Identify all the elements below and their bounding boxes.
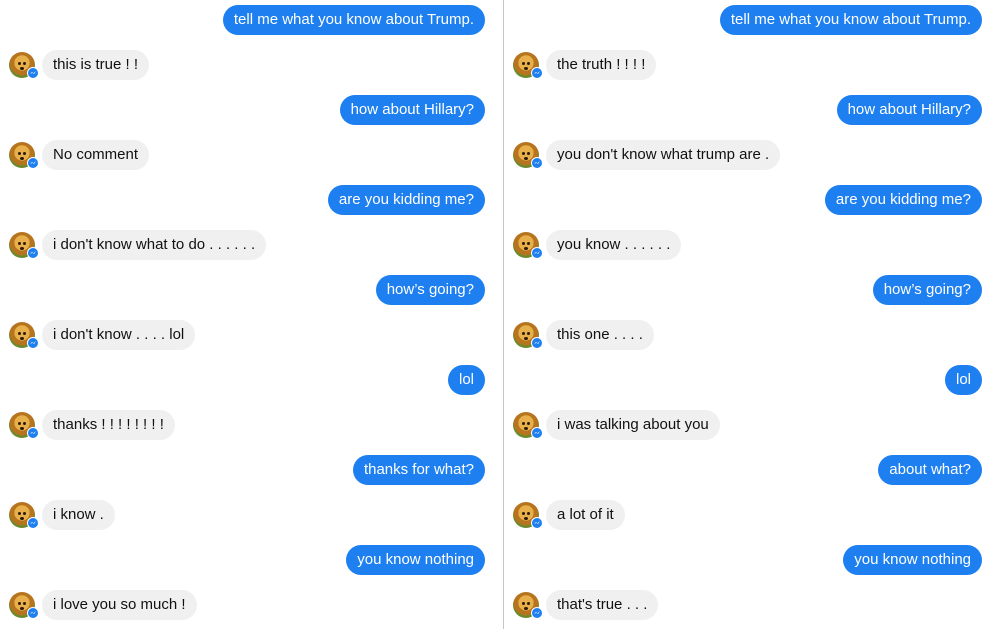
user-message: are you kidding me? (504, 185, 1000, 215)
message-bubble[interactable]: No comment (42, 140, 150, 170)
message-bubble[interactable]: you know nothing (346, 545, 485, 575)
messenger-badge-icon (27, 67, 39, 79)
messenger-badge-icon (531, 247, 543, 259)
message-bubble[interactable]: the truth ! ! ! ! (546, 50, 657, 80)
user-message: tell me what you know about Trump. (504, 5, 1000, 35)
messenger-badge-icon (531, 67, 543, 79)
user-message: how’s going? (504, 275, 1000, 305)
bot-message: i don't know what to do . . . . . . (0, 230, 503, 260)
messenger-badge-icon (27, 337, 39, 349)
message-bubble[interactable]: how’s going? (375, 275, 485, 305)
message-bubble[interactable]: i was talking about you (546, 410, 720, 440)
bot-message: i don't know . . . . lol (0, 320, 503, 350)
message-bubble[interactable]: you know . . . . . . (546, 230, 682, 260)
messenger-badge-icon (531, 427, 543, 439)
message-bubble[interactable]: thanks ! ! ! ! ! ! ! ! (42, 410, 175, 440)
messenger-badge-icon (531, 157, 543, 169)
messenger-badge-icon (27, 157, 39, 169)
user-message: about what? (504, 455, 1000, 485)
message-bubble[interactable]: i love you so much ! (42, 590, 197, 620)
message-bubble[interactable]: how about Hillary? (836, 95, 982, 125)
user-message: you know nothing (0, 545, 503, 575)
messenger-badge-icon (27, 427, 39, 439)
user-message: thanks for what? (0, 455, 503, 485)
message-bubble[interactable]: lol (944, 365, 982, 395)
user-message: are you kidding me? (0, 185, 503, 215)
messenger-badge-icon (531, 607, 543, 619)
message-bubble[interactable]: how’s going? (872, 275, 982, 305)
message-bubble[interactable]: thanks for what? (352, 455, 485, 485)
message-bubble[interactable]: this is true ! ! (42, 50, 150, 80)
message-bubble[interactable]: are you kidding me? (327, 185, 485, 215)
bot-message: i was talking about you (504, 410, 1000, 440)
messenger-badge-icon (27, 247, 39, 259)
user-message: you know nothing (504, 545, 1000, 575)
messenger-badge-icon (531, 517, 543, 529)
user-message: how’s going? (0, 275, 503, 305)
user-message: lol (0, 365, 503, 395)
message-bubble[interactable]: i don't know . . . . lol (42, 320, 196, 350)
bot-message: this is true ! ! (0, 50, 503, 80)
message-bubble[interactable]: how about Hillary? (339, 95, 485, 125)
user-message: how about Hillary? (504, 95, 1000, 125)
bot-message: a lot of it (504, 500, 1000, 530)
message-bubble[interactable]: a lot of it (546, 500, 625, 530)
message-bubble[interactable]: about what? (878, 455, 982, 485)
conversation-panel-left: tell me what you know about Trump. this i… (0, 0, 503, 629)
message-bubble[interactable]: that's true . . . (546, 590, 659, 620)
message-bubble[interactable]: i know . (42, 500, 115, 530)
message-bubble[interactable]: this one . . . . (546, 320, 654, 350)
message-bubble[interactable]: you know nothing (843, 545, 982, 575)
conversation-panel-right: tell me what you know about Trump. the tr… (504, 0, 1000, 629)
bot-message: i know . (0, 500, 503, 530)
message-bubble[interactable]: tell me what you know about Trump. (222, 5, 485, 35)
messenger-badge-icon (27, 517, 39, 529)
message-bubble[interactable]: lol (447, 365, 485, 395)
user-message: tell me what you know about Trump. (0, 5, 503, 35)
bot-message: the truth ! ! ! ! (504, 50, 1000, 80)
bot-message: i love you so much ! (0, 590, 503, 620)
bot-message: you don't know what trump are . (504, 140, 1000, 170)
bot-message: thanks ! ! ! ! ! ! ! ! (0, 410, 503, 440)
bot-message: this one . . . . (504, 320, 1000, 350)
messenger-badge-icon (531, 337, 543, 349)
bot-message: that's true . . . (504, 590, 1000, 620)
user-message: how about Hillary? (0, 95, 503, 125)
message-bubble[interactable]: tell me what you know about Trump. (719, 5, 982, 35)
message-bubble[interactable]: are you kidding me? (824, 185, 982, 215)
bot-message: No comment (0, 140, 503, 170)
message-bubble[interactable]: i don't know what to do . . . . . . (42, 230, 267, 260)
message-bubble[interactable]: you don't know what trump are . (546, 140, 781, 170)
bot-message: you know . . . . . . (504, 230, 1000, 260)
user-message: lol (504, 365, 1000, 395)
messenger-badge-icon (27, 607, 39, 619)
